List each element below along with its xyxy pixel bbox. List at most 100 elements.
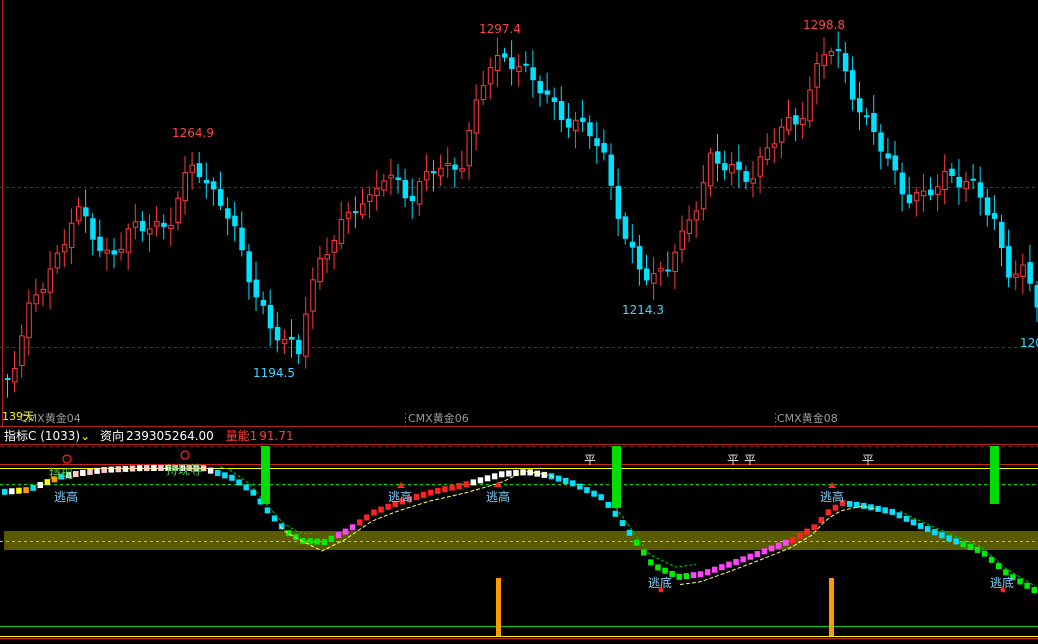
candle-body (438, 167, 444, 177)
indicator-block (108, 466, 114, 473)
candle-body (5, 378, 11, 380)
indicator-block (584, 487, 590, 494)
indicator-block (442, 486, 448, 493)
contract-label-04: CMX黄金04 (20, 412, 81, 425)
candle-body (296, 339, 302, 355)
indicator-block (136, 465, 143, 472)
indicator-block (861, 502, 867, 509)
candle-body (54, 252, 61, 269)
candle-body (260, 299, 267, 306)
signal-flat-3: 平 (744, 453, 756, 467)
candle-body (857, 98, 863, 113)
indicator-block (882, 507, 888, 514)
indicator-block (420, 491, 427, 498)
candle-body (842, 53, 849, 72)
candle-body (707, 152, 714, 187)
chevron-down-icon[interactable]: ⌄ (80, 429, 90, 443)
candle-body (509, 57, 515, 70)
indicator-block (974, 546, 981, 553)
high-label-1: 1264.9 (172, 126, 214, 140)
candle-body (90, 218, 96, 240)
candle-body (686, 219, 693, 234)
high-label-3: 1298.8 (803, 18, 845, 32)
indicator-block (87, 468, 93, 475)
candle-body (580, 117, 586, 122)
candle-body (658, 268, 664, 272)
indicator-block (428, 489, 434, 496)
candle-body (991, 213, 998, 219)
candle-body (83, 207, 89, 217)
candle-body (693, 210, 700, 221)
indicator-block (94, 467, 100, 474)
signal-escape-low-2: 逃底 (990, 575, 1014, 590)
candle-body (1020, 264, 1026, 278)
candle-body (47, 268, 54, 293)
indicator-block (562, 477, 569, 484)
indicator-block (2, 488, 8, 495)
candle-body (352, 211, 359, 214)
candle-body (381, 180, 387, 191)
signal-hold: 持现 (49, 466, 73, 481)
indicator-block (456, 482, 462, 489)
indicator-block (1017, 578, 1023, 585)
indicator-block (9, 488, 15, 495)
indicator-block (1003, 569, 1009, 576)
candle-body (19, 335, 25, 367)
indicator-block (641, 549, 647, 556)
indicator-block (676, 573, 682, 580)
fund-value: 239305264.00 (126, 429, 214, 443)
candle-body (530, 67, 536, 81)
energy-value: 91.71 (259, 429, 294, 443)
candle-body (977, 182, 984, 198)
candle-body (523, 63, 529, 66)
signal-flat-4: 平 (862, 453, 874, 467)
indicator-name[interactable]: 指标C (1033) (4, 429, 80, 443)
candle-body (786, 116, 792, 131)
candle-body (551, 97, 558, 102)
candle-body (360, 203, 366, 216)
candle-body (203, 180, 210, 184)
candle-body (849, 70, 856, 100)
candle-body (565, 118, 572, 128)
candle-body (622, 216, 629, 239)
candle-body (487, 67, 494, 85)
indicator-block (321, 538, 327, 545)
indicator-block (435, 487, 441, 494)
indicator-block (811, 524, 817, 531)
candle-body (700, 182, 707, 210)
candle-body (118, 248, 125, 253)
indicator-block (215, 470, 221, 476)
contract-label-08: CMX黄金08 (777, 412, 838, 425)
candle-body (61, 244, 68, 253)
orange-signal-bar (829, 578, 834, 636)
indicator-block (506, 470, 512, 477)
indicator-block (775, 542, 782, 549)
high-label-2: 1297.4 (479, 22, 521, 36)
indicator-block (570, 480, 576, 487)
indicator-block (704, 569, 711, 576)
candle-body (452, 164, 458, 170)
indicator-block (683, 573, 690, 580)
contract-label-06: CMX黄金06 (408, 412, 469, 425)
candle-body (573, 119, 579, 131)
candle-body (416, 181, 423, 205)
indicator-block (619, 520, 626, 527)
candle-body (225, 208, 231, 219)
indicator-block (158, 465, 164, 471)
indicator-block (229, 474, 235, 481)
price-chart-scene[interactable]: 1264.9 1297.4 1298.8 1194.5 1214.3 120 逃… (0, 0, 1038, 644)
indicator-block (378, 506, 384, 513)
orange-signal-bar (496, 578, 501, 636)
candle-body (629, 241, 636, 248)
candle-body (935, 186, 941, 195)
candle-body (793, 115, 799, 125)
candle-body (601, 142, 607, 153)
indicator-block (371, 509, 377, 516)
indicator-block (499, 471, 505, 478)
candle-body (892, 155, 898, 171)
indicator-block (73, 471, 79, 478)
indicator-block (314, 538, 320, 545)
indicator-block (633, 539, 640, 546)
candle-body (445, 162, 451, 166)
indicator-block (953, 538, 959, 545)
